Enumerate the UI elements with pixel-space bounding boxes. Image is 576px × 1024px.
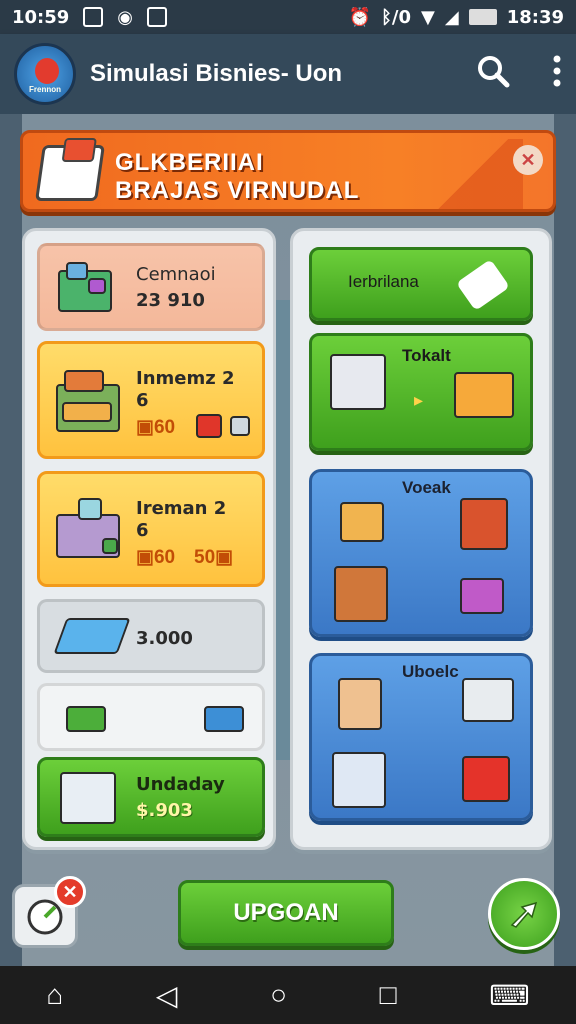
back-icon[interactable]: ◁ (156, 979, 178, 1012)
green-cart-icon (66, 706, 106, 732)
store-building-icon (54, 260, 114, 316)
button-label: Uboelc (402, 662, 459, 681)
price-value: 60 (153, 547, 176, 568)
logo-text: Frennon (29, 85, 61, 94)
close-badge[interactable]: ✕ (54, 876, 86, 908)
voeak-button[interactable]: Voeak (309, 469, 533, 637)
banner-line2: BRAJAS VIRNUDAL (115, 177, 360, 204)
recents-icon[interactable]: □ (380, 979, 397, 1011)
tokalt-button[interactable]: Tokalt ▸ (309, 333, 533, 451)
card-title: Ireman 2 (136, 498, 227, 519)
home-icon[interactable]: ⌂ (46, 979, 63, 1011)
card-title: Cemnaoi (136, 264, 216, 285)
signal-icon: ◢ (444, 6, 459, 28)
red-box-icon (196, 414, 222, 438)
factory-icon (60, 772, 116, 824)
app-logo[interactable]: Frennon (14, 43, 76, 105)
stone-icon (334, 566, 388, 622)
price-crate: ▣60 (136, 417, 176, 438)
market-stall-icon (54, 494, 124, 564)
card-cemnaoi[interactable]: Cemnaoi 23 910 (37, 243, 265, 331)
red-bag-icon (462, 756, 510, 802)
price-crate: ▣60 (136, 547, 176, 568)
wifi-icon: ▼ (421, 6, 435, 28)
search-icon[interactable] (476, 54, 510, 95)
tag-icon (456, 259, 510, 311)
status-bar: 10:59 ◉ ⏰ ᛒ/0 ▼ ◢ 18:39 (0, 0, 576, 34)
system-nav-bar: ⌂ ◁ ○ □ ⌨ (0, 966, 576, 1024)
card-value: 23 910 (136, 290, 205, 311)
card-3000[interactable]: 3.000 (37, 599, 265, 673)
more-vert-icon[interactable] (552, 55, 562, 94)
upgrade-button[interactable]: UPGOAN (178, 880, 394, 946)
status-time-right: 18:39 (506, 6, 564, 28)
left-panel: Cemnaoi 23 910 Inmemz 2 6 ▣60 Ireman 2 6… (22, 228, 276, 850)
arrow-right-icon: ▸ (414, 390, 424, 410)
shelf-icon (330, 354, 386, 410)
shopping-cart-icon (462, 678, 514, 722)
blue-cart-icon (204, 706, 244, 732)
gray-box-icon (230, 416, 250, 436)
basket-icon (454, 372, 514, 418)
card-sub: 6 (136, 390, 149, 411)
box-icon (35, 145, 105, 201)
shop-building-icon (54, 364, 124, 434)
app-title: Simulasi Bisnies- Uon (90, 60, 343, 87)
price-value: 60 (153, 417, 176, 438)
gadget-icon (460, 578, 504, 614)
card-undaday[interactable]: Undaday $.903 (37, 757, 265, 837)
banner-line1: GLKBERIIAI (115, 149, 264, 176)
ierbrilana-button[interactable]: Ierbrilana (309, 247, 533, 321)
card-title: Undaday (136, 774, 225, 795)
card-value: 3.000 (136, 628, 193, 649)
button-label: Voeak (402, 478, 451, 497)
crate-icon (340, 502, 384, 542)
mountain-decoration (423, 139, 523, 209)
button-label: Tokalt (402, 346, 451, 365)
notification-icon (83, 7, 104, 27)
package-icon (338, 678, 382, 730)
card-title: Inmemz 2 (136, 368, 235, 389)
card-value: $.903 (136, 800, 193, 821)
book-icon (460, 498, 508, 550)
app-notification-icon (147, 7, 168, 27)
circle-home-icon[interactable]: ○ (270, 979, 287, 1011)
button-label: Ierbrilana (348, 272, 419, 291)
battery-icon (468, 9, 497, 25)
virtual-business-banner[interactable]: GLKBERIIAI BRAJAS VIRNUDAL ✕ (20, 130, 556, 212)
blue-block-icon (53, 618, 131, 654)
uboelc-button[interactable]: Uboelc (309, 653, 533, 821)
right-panel: Ierbrilana Tokalt ▸ Voeak Uboelc (290, 228, 552, 850)
card-sub: 6 (136, 520, 149, 541)
status-time: 10:59 (12, 6, 70, 28)
close-icon[interactable]: ✕ (513, 145, 543, 175)
keyboard-icon[interactable]: ⌨ (489, 979, 529, 1012)
poster-icon (332, 752, 386, 808)
eye-icon: ◉ (117, 6, 134, 28)
network-text: ᛒ/0 (381, 6, 412, 28)
price-crate-2: 50▣ (194, 547, 234, 568)
next-arrow-button[interactable] (488, 878, 560, 950)
card-inmemz[interactable]: Inmemz 2 6 ▣60 (37, 341, 265, 459)
app-bar: Frennon Simulasi Bisnies- Uon (0, 34, 576, 114)
price-value: 50 (194, 547, 216, 568)
alarm-icon: ⏰ (348, 6, 372, 28)
card-ireman[interactable]: Ireman 2 6 ▣60 50▣ (37, 471, 265, 587)
card-carts[interactable] (37, 683, 265, 751)
arrow-icon (510, 901, 538, 928)
